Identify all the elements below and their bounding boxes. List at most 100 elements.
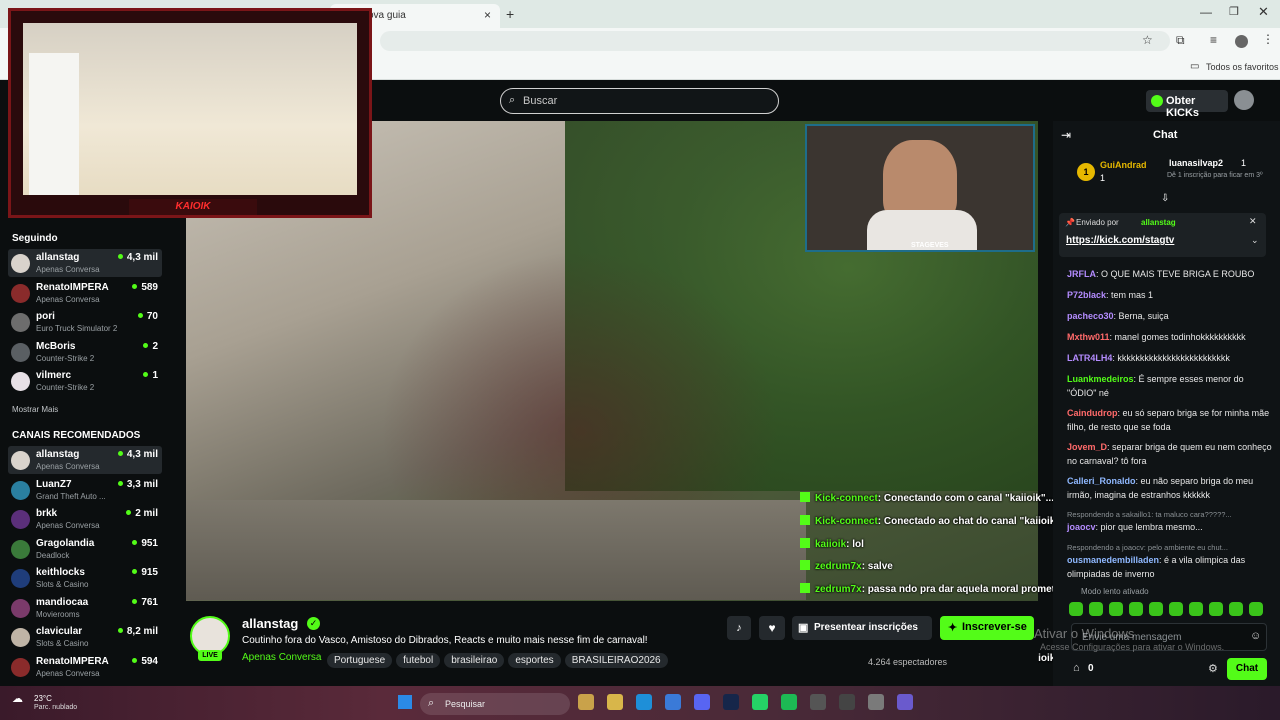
chat-username[interactable]: Calleri_Ronaldo [1067,476,1136,486]
all-bookmarks-link[interactable]: Todos os favoritos [1206,62,1279,72]
user-avatar[interactable] [1234,90,1254,110]
sidebar-channel-following[interactable]: McBoris Counter-Strike 2 2 [8,338,162,366]
emote-icon[interactable] [1089,602,1103,616]
close-window-icon[interactable]: ✕ [1258,4,1269,20]
follow-heart-icon[interactable]: ♥ [759,616,785,640]
search-input[interactable]: ⌕ Buscar [500,88,779,114]
subscribe-button[interactable]: ✦ Inscrever-se [940,616,1034,640]
chat-username[interactable]: Jovem_D [1067,442,1107,452]
taskbar-app-icon[interactable] [868,694,884,710]
taskbar-app-icon[interactable] [578,694,594,710]
stream-tag[interactable]: brasileirao [444,653,505,668]
leaderboard-expand-icon[interactable]: ⇩ [1161,193,1169,204]
menu-dots-icon[interactable]: ⋮ [1262,32,1274,46]
emote-icon[interactable] [1129,602,1143,616]
stream-category[interactable]: Apenas Conversa [242,652,322,663]
profile-avatar-icon[interactable] [1235,35,1248,48]
windows-start-icon[interactable] [398,695,412,709]
notification-bell-icon[interactable]: ♪ [727,616,751,640]
chat-send-button[interactable]: Chat [1227,658,1267,680]
chevron-down-icon[interactable]: ⌄ [1251,235,1259,246]
minimize-icon[interactable]: — [1200,5,1212,19]
channel-category: Apenas Conversa [36,265,100,274]
get-kicks-button[interactable]: Obter KICKs [1146,90,1228,119]
emote-icon[interactable] [1149,602,1163,616]
weather-desc: Parc. nublado [34,704,78,711]
taskbar-app-icon[interactable] [665,694,681,710]
unpin-icon[interactable]: ✕ [1249,216,1257,227]
reading-list-icon[interactable]: ≡ [1210,33,1217,47]
gift-subs-button[interactable]: ▣ Presentear inscrições [792,616,932,640]
emote-icon[interactable] [1109,602,1123,616]
stream-tag[interactable]: esportes [508,653,561,668]
sidebar-channel-recommended[interactable]: RenatoIMPERA Apenas Conversa 594 [8,653,162,681]
maximize-icon[interactable]: ❐ [1229,5,1239,18]
pinned-link[interactable]: https://kick.com/stagtv [1066,235,1174,246]
sidebar-channel-following[interactable]: RenatoIMPERA Apenas Conversa 589 [8,279,162,307]
emote-icon[interactable] [1069,602,1083,616]
sidebar-channel-recommended[interactable]: keithlocks Slots & Casino 915 [8,564,162,592]
bookmark-star-icon[interactable]: ☆ [1142,33,1153,47]
chat-username[interactable]: Caindudrop [1067,408,1118,418]
sidebar-channel-recommended[interactable]: clavicular Slots & Casino 8,2 mil [8,623,162,651]
taskbar-app-icon[interactable] [607,694,623,710]
taskbar-app-icon[interactable] [723,694,739,710]
channel-name: allanstag [36,252,80,263]
channel-name: McBoris [36,340,76,352]
taskbar-app-icon[interactable] [839,694,855,710]
leader-first-user: GuiAndrad [1100,160,1147,170]
stream-tag[interactable]: futebol [396,653,441,668]
stream-tag[interactable]: BRASILEIRAO2026 [564,653,668,668]
emote-icon[interactable] [1189,602,1203,616]
chat-username[interactable]: LATR4LH4 [1067,353,1112,363]
leader-second-hint: Dê 1 inscrição para ficar em 3º [1167,172,1263,179]
chat-username[interactable]: JRFLA [1067,269,1096,279]
chat-text: manel gomes todinhokkkkkkkkkk [1114,332,1246,342]
new-tab-icon[interactable]: + [506,6,514,22]
settings-gear-icon[interactable]: ⚙ [1208,662,1218,675]
sidebar-channel-recommended[interactable]: brkk Apenas Conversa 2 mil [8,505,162,533]
sidebar-channel-following[interactable]: vilmerc Counter-Strike 2 1 [8,367,162,395]
kick-logo-icon [800,583,810,594]
taskbar-app-icon[interactable] [636,694,652,710]
emote-icon[interactable] [1229,602,1243,616]
sidebar-channel-recommended[interactable]: Gragolandia Deadlock 951 [8,535,162,563]
taskbar-search[interactable]: ⌕ Pesquisar [420,693,570,715]
channel-avatar [11,451,30,470]
stream-tag[interactable]: Portuguese [327,653,393,668]
sidebar-channel-following[interactable]: allanstag Apenas Conversa 4,3 mil [8,249,162,277]
sidebar-channel-recommended[interactable]: mandiocaa Movierooms 761 [8,594,162,622]
sidebar-channel-recommended[interactable]: allanstag Apenas Conversa 4,3 mil [8,446,162,474]
taskbar-app-icon[interactable] [781,694,797,710]
sidebar-channel-following[interactable]: pori Euro Truck Simulator 2 70 [8,308,162,336]
overlay-door [29,53,79,195]
chat-username[interactable]: joaocv [1067,522,1096,532]
close-tab-icon[interactable]: × [484,8,491,22]
emote-icon[interactable] [1209,602,1223,616]
emote-icon[interactable] [1169,602,1183,616]
emote-icon[interactable] [1249,602,1263,616]
chat-username[interactable]: P72black [1067,290,1106,300]
collapse-chat-icon[interactable]: ⇥ [1061,128,1071,142]
weather-widget[interactable]: ☁ 23°C Parc. nublado [6,690,77,718]
overlay-chat-user: zedrum7x [815,561,862,573]
chat-username[interactable]: Mxthw011 [1067,332,1110,342]
channel-name[interactable]: allanstag [242,616,298,631]
chat-username[interactable]: Luankmedeiros [1067,374,1134,384]
chat-username[interactable]: ousmanedembilladen [1067,555,1159,565]
chat-username[interactable]: pacheco30 [1067,311,1114,321]
sidebar-channel-recommended[interactable]: LuanZ7 Grand Theft Auto ... 3,3 mil [8,476,162,504]
taskbar-app-icon[interactable] [810,694,826,710]
extensions-icon[interactable]: ⧉ [1176,33,1185,48]
emoji-icon[interactable]: ☺ [1250,630,1261,642]
taskbar-app-icon[interactable] [694,694,710,710]
show-more-link[interactable]: Mostrar Mais [12,405,58,414]
overlay-chat-line: Kick-connect: Conectado ao chat do canal… [800,514,1060,527]
pinned-sent-by: Enviado por [1076,218,1119,227]
taskbar-app-icon[interactable] [897,694,913,710]
get-kicks-label: Obter KICKs [1166,95,1200,119]
viewer-count: 4.264 espectadores [868,657,948,667]
overlay-camera-frame: KAIOIK [8,8,372,218]
taskbar-app-icon[interactable] [752,694,768,710]
address-bar[interactable] [380,31,1170,51]
